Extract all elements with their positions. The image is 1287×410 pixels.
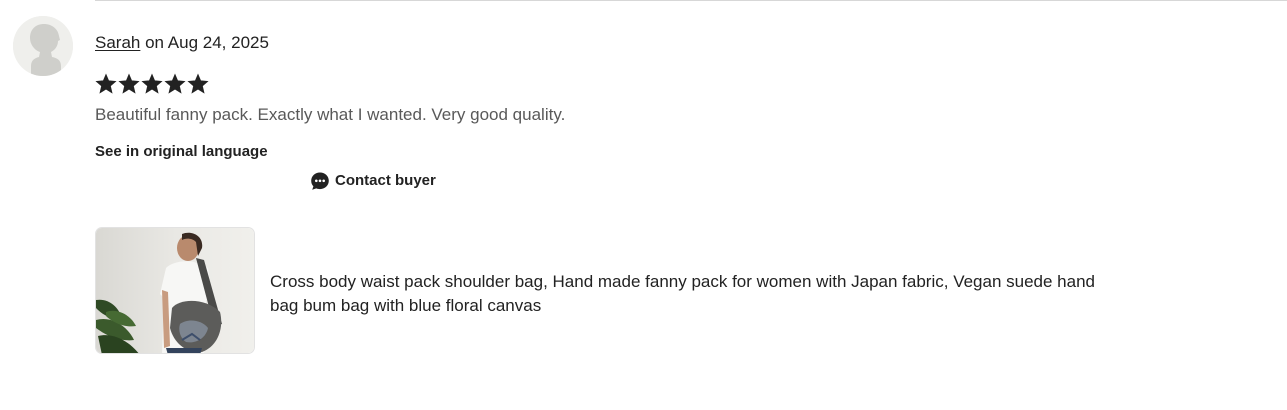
star-icon xyxy=(164,73,186,94)
review-date: on Aug 24, 2025 xyxy=(140,33,269,52)
star-icon xyxy=(141,73,163,94)
product-title-link[interactable]: Cross body waist pack shoulder bag, Hand… xyxy=(270,270,1100,318)
review-header: Sarah on Aug 24, 2025 xyxy=(95,32,269,54)
divider xyxy=(95,0,1287,1)
contact-buyer-button[interactable]: Contact buyer xyxy=(310,171,436,191)
contact-buyer-label: Contact buyer xyxy=(335,172,436,189)
star-icon xyxy=(187,73,209,94)
star-rating xyxy=(95,73,209,95)
chat-bubble-icon xyxy=(311,172,329,190)
see-original-language-button[interactable]: See in original language xyxy=(95,142,268,162)
product-thumbnail[interactable] xyxy=(95,227,255,354)
star-icon xyxy=(118,73,140,94)
review-card: Sarah on Aug 24, 2025 Beautiful fanny pa… xyxy=(0,0,1287,410)
reviewer-avatar[interactable] xyxy=(13,16,73,76)
review-text: Beautiful fanny pack. Exactly what I wan… xyxy=(95,105,566,124)
default-user-avatar-icon xyxy=(13,16,73,76)
product-photo xyxy=(96,228,254,353)
star-icon xyxy=(95,73,117,94)
reviewer-name-link[interactable]: Sarah xyxy=(95,33,140,52)
